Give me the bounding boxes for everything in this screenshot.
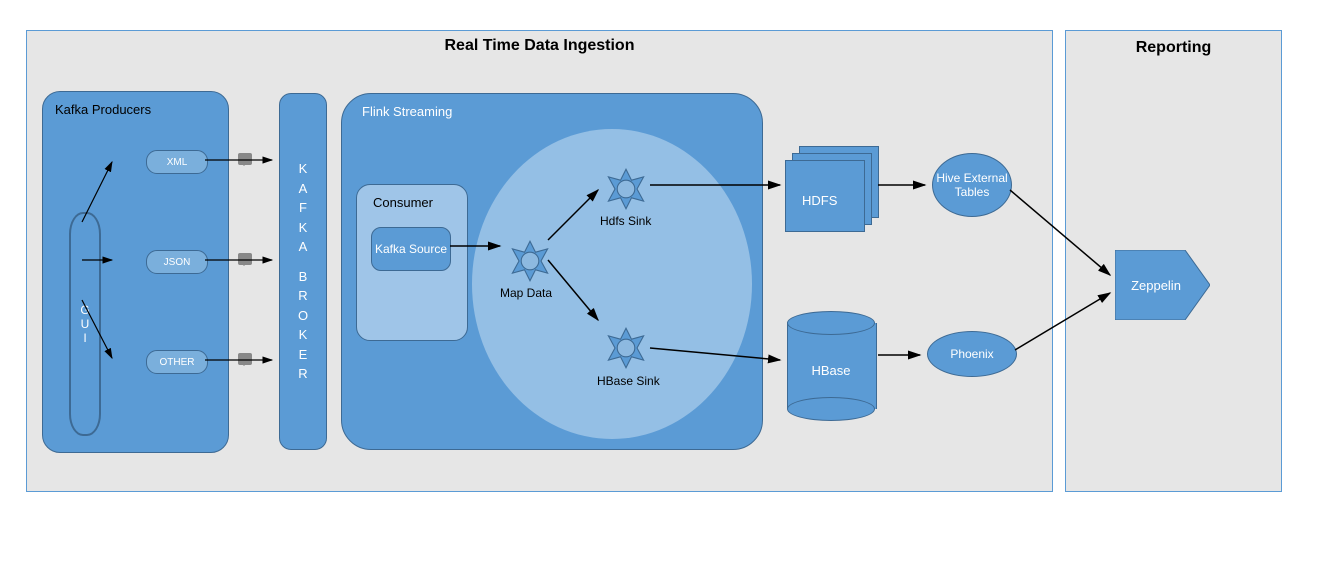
- hdfs-node: HDFS: [785, 146, 877, 228]
- flink-label: Flink Streaming: [362, 104, 452, 119]
- map-data-star: [508, 239, 552, 283]
- map-data-label: Map Data: [500, 286, 552, 300]
- consumer-box: Consumer Kafka Source: [356, 184, 468, 341]
- producer-xml: XML: [146, 150, 208, 174]
- kafka-producers-label: Kafka Producers: [55, 102, 151, 117]
- reporting-title: Reporting: [1066, 39, 1281, 57]
- kafka-producers-box: Kafka Producers GUI XML JSON OTHER: [42, 91, 229, 453]
- kafka-broker-box: KAFKA BROKER: [279, 93, 327, 450]
- hbase-sink-star: [604, 326, 648, 370]
- hbase-label: HBase: [787, 363, 875, 378]
- ingestion-panel: Real Time Data Ingestion Kafka Producers…: [26, 30, 1053, 492]
- ingestion-title: Real Time Data Ingestion: [27, 37, 1052, 55]
- producer-other: OTHER: [146, 350, 208, 374]
- phoenix-node: Phoenix: [927, 331, 1017, 377]
- hdfs-label: HDFS: [802, 193, 837, 208]
- zeppelin-node: Zeppelin: [1115, 250, 1210, 320]
- hbase-node: HBase: [787, 311, 875, 421]
- hbase-sink-label: HBase Sink: [597, 374, 660, 388]
- message-icon: [238, 253, 252, 265]
- consumer-label: Consumer: [373, 195, 433, 210]
- message-icon: [238, 153, 252, 165]
- kafka-source-node: Kafka Source: [371, 227, 451, 271]
- hive-tables-node: Hive External Tables: [932, 153, 1012, 217]
- gui-node: GUI: [69, 212, 101, 436]
- producer-json: JSON: [146, 250, 208, 274]
- zeppelin-label: Zeppelin: [1115, 250, 1197, 320]
- flink-streaming-box: Flink Streaming Consumer Kafka Source Ma…: [341, 93, 763, 450]
- message-icon: [238, 353, 252, 365]
- hdfs-sink-star: [604, 167, 648, 211]
- hdfs-sink-label: Hdfs Sink: [600, 214, 651, 228]
